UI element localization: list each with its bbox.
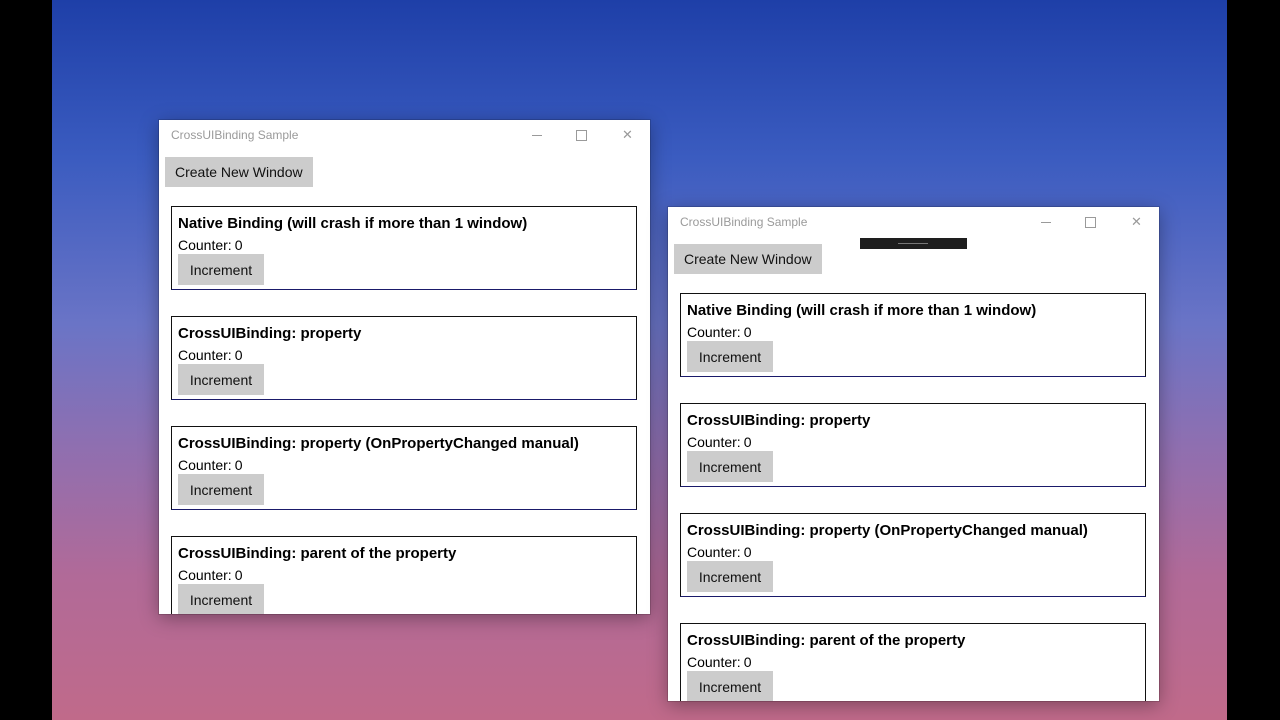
counter-label: Counter: bbox=[178, 457, 232, 473]
counter-value: 0 bbox=[234, 457, 243, 473]
panel-title: CrossUIBinding: property (OnPropertyChan… bbox=[178, 435, 579, 452]
property-binding-panel: CrossUIBinding: property Counter: 0 Incre… bbox=[171, 316, 637, 400]
counter-label: Counter: bbox=[178, 567, 232, 583]
property-manual-binding-panel: CrossUIBinding: property (OnPropertyChan… bbox=[680, 513, 1146, 597]
parent-property-binding-panel: CrossUIBinding: parent of the property C… bbox=[680, 623, 1146, 701]
counter-label: Counter: bbox=[687, 324, 741, 340]
property-manual-binding-panel: CrossUIBinding: property (OnPropertyChan… bbox=[171, 426, 637, 510]
increment-button[interactable]: Increment bbox=[178, 584, 264, 614]
increment-button[interactable]: Increment bbox=[687, 671, 773, 701]
counter-value: 0 bbox=[743, 324, 752, 340]
increment-button[interactable]: Increment bbox=[687, 451, 773, 482]
panel-title: CrossUIBinding: property bbox=[178, 325, 362, 342]
increment-button[interactable]: Increment bbox=[178, 474, 264, 505]
create-new-window-button[interactable]: Create New Window bbox=[165, 157, 313, 187]
counter-value: 0 bbox=[743, 654, 752, 670]
counter-label: Counter: bbox=[178, 347, 232, 363]
counter-label: Counter: bbox=[178, 237, 232, 253]
panel-title: CrossUIBinding: property (OnPropertyChan… bbox=[687, 522, 1088, 539]
window-title: CrossUIBinding Sample bbox=[171, 128, 299, 142]
counter-text: Counter: 0 bbox=[178, 567, 243, 583]
panel-title: CrossUIBinding: parent of the property bbox=[687, 632, 966, 649]
counter-value: 0 bbox=[234, 347, 243, 363]
counter-label: Counter: bbox=[687, 654, 741, 670]
maximize-icon[interactable] bbox=[559, 120, 604, 150]
window-title: CrossUIBinding Sample bbox=[680, 215, 808, 229]
increment-button[interactable]: Increment bbox=[178, 364, 264, 395]
property-binding-panel: CrossUIBinding: property Counter: 0 Incre… bbox=[680, 403, 1146, 487]
counter-value: 0 bbox=[743, 434, 752, 450]
title-bar[interactable]: CrossUIBinding Sample bbox=[159, 120, 650, 150]
minimize-icon[interactable] bbox=[514, 120, 559, 150]
counter-value: 0 bbox=[234, 567, 243, 583]
create-new-window-button[interactable]: Create New Window bbox=[674, 244, 822, 274]
counter-text: Counter: 0 bbox=[687, 434, 752, 450]
increment-button[interactable]: Increment bbox=[687, 341, 773, 372]
app-window-2: CrossUIBinding Sample Create New Window … bbox=[668, 207, 1159, 701]
counter-text: Counter: 0 bbox=[687, 324, 752, 340]
counter-text: Counter: 0 bbox=[687, 654, 752, 670]
title-bar[interactable]: CrossUIBinding Sample bbox=[668, 207, 1159, 249]
drag-handle[interactable] bbox=[860, 238, 967, 249]
panel-title: CrossUIBinding: parent of the property bbox=[178, 545, 457, 562]
counter-text: Counter: 0 bbox=[178, 347, 243, 363]
native-binding-panel: Native Binding (will crash if more than … bbox=[680, 293, 1146, 377]
parent-property-binding-panel: CrossUIBinding: parent of the property C… bbox=[171, 536, 637, 614]
increment-button[interactable]: Increment bbox=[687, 561, 773, 592]
counter-value: 0 bbox=[234, 237, 243, 253]
panel-title: Native Binding (will crash if more than … bbox=[178, 215, 528, 232]
counter-text: Counter: 0 bbox=[178, 457, 243, 473]
counter-label: Counter: bbox=[687, 544, 741, 560]
counter-value: 0 bbox=[743, 544, 752, 560]
counter-text: Counter: 0 bbox=[178, 237, 243, 253]
maximize-icon[interactable] bbox=[1068, 207, 1113, 237]
increment-button[interactable]: Increment bbox=[178, 254, 264, 285]
minimize-icon[interactable] bbox=[1023, 207, 1068, 237]
app-window-1: CrossUIBinding Sample Create New Window … bbox=[159, 120, 650, 614]
close-icon[interactable] bbox=[605, 120, 650, 150]
panel-title: CrossUIBinding: property bbox=[687, 412, 871, 429]
panel-title: Native Binding (will crash if more than … bbox=[687, 302, 1037, 319]
native-binding-panel: Native Binding (will crash if more than … bbox=[171, 206, 637, 290]
counter-text: Counter: 0 bbox=[687, 544, 752, 560]
counter-label: Counter: bbox=[687, 434, 741, 450]
close-icon[interactable] bbox=[1114, 207, 1159, 237]
